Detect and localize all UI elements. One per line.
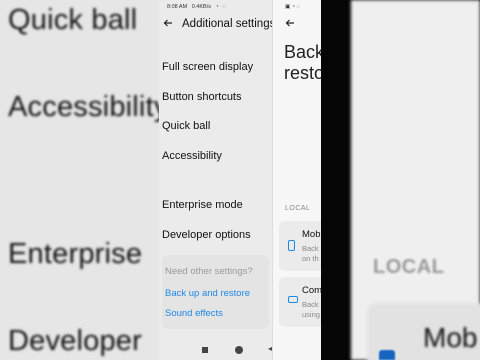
status-icons: ▣ ◔ ◌: [285, 4, 300, 10]
card-title: Com: [302, 285, 321, 296]
card-desc-line-1: Back: [302, 300, 319, 309]
background-blur-right: LOCAL Mob: [321, 0, 480, 360]
card-desc-line-1: Back: [302, 244, 319, 253]
status-time: 8:08 AM: [167, 4, 188, 10]
bg-text-mob: Mob: [423, 322, 478, 353]
recents-square-icon[interactable]: [202, 347, 208, 353]
other-settings-heading: Need other settings?: [165, 266, 253, 277]
status-speed: 0.4KB/s: [191, 4, 211, 10]
card-desc-line-2: on th: [302, 254, 319, 263]
card-computer-backup[interactable]: Com Back using: [279, 277, 321, 327]
bg-text-enterprise: Enterprise: [8, 238, 143, 270]
alarm-icon: ◌: [222, 4, 226, 10]
page-title: Additional settings: [182, 18, 272, 30]
menu-item-quick-ball[interactable]: Quick ball: [162, 120, 210, 132]
card-title: Mob: [302, 229, 321, 240]
bg-phone-icon: [379, 350, 395, 360]
background-blur-left: Quick ball Accessibility Enterprise Deve…: [0, 0, 159, 360]
other-settings-card: Need other settings? Back up and restore…: [162, 255, 269, 329]
bg-text-quick-ball: Quick ball: [8, 4, 138, 36]
card-mobile-backup[interactable]: Mob Back on th: [279, 221, 321, 271]
section-label-local: LOCAL: [285, 205, 311, 212]
title-line-1: Back: [284, 42, 321, 62]
link-sound-effects[interactable]: Sound effects: [165, 308, 223, 319]
navigation-bar: ◀: [159, 340, 272, 360]
menu-item-full-screen-display[interactable]: Full screen display: [162, 61, 253, 73]
menu-item-developer-options[interactable]: Developer options: [162, 229, 251, 241]
computer-icon: [288, 296, 298, 303]
title-line-2: resto: [284, 63, 321, 83]
menu-item-enterprise-mode[interactable]: Enterprise mode: [162, 199, 243, 211]
phone-icon: [288, 240, 295, 251]
backup-restore-screen: ▣ ◔ ◌ Back resto LOCAL Mob Back on th Co…: [272, 0, 321, 360]
bg-text-accessibility: Accessibility: [8, 91, 159, 123]
bg-text-developer: Developer: [8, 325, 142, 357]
bg-text-local: LOCAL: [373, 256, 445, 278]
back-arrow-icon[interactable]: [162, 17, 174, 31]
header: Additional settings: [159, 14, 272, 36]
home-circle-icon[interactable]: [235, 346, 243, 354]
status-bar: 8:08 AM 0.4KB/s ◔ ◌: [167, 4, 226, 10]
menu-item-accessibility[interactable]: Accessibility: [162, 150, 222, 162]
additional-settings-screen: 8:08 AM 0.4KB/s ◔ ◌ Additional settings …: [159, 0, 272, 360]
link-back-up-and-restore[interactable]: Back up and restore: [165, 288, 250, 299]
backup-page-title: Back resto: [284, 42, 321, 84]
card-desc-line-2: using: [302, 310, 320, 319]
back-arrow-icon[interactable]: [285, 17, 295, 31]
wifi-icon: ◔: [215, 4, 219, 10]
menu-item-button-shortcuts[interactable]: Button shortcuts: [162, 91, 242, 103]
